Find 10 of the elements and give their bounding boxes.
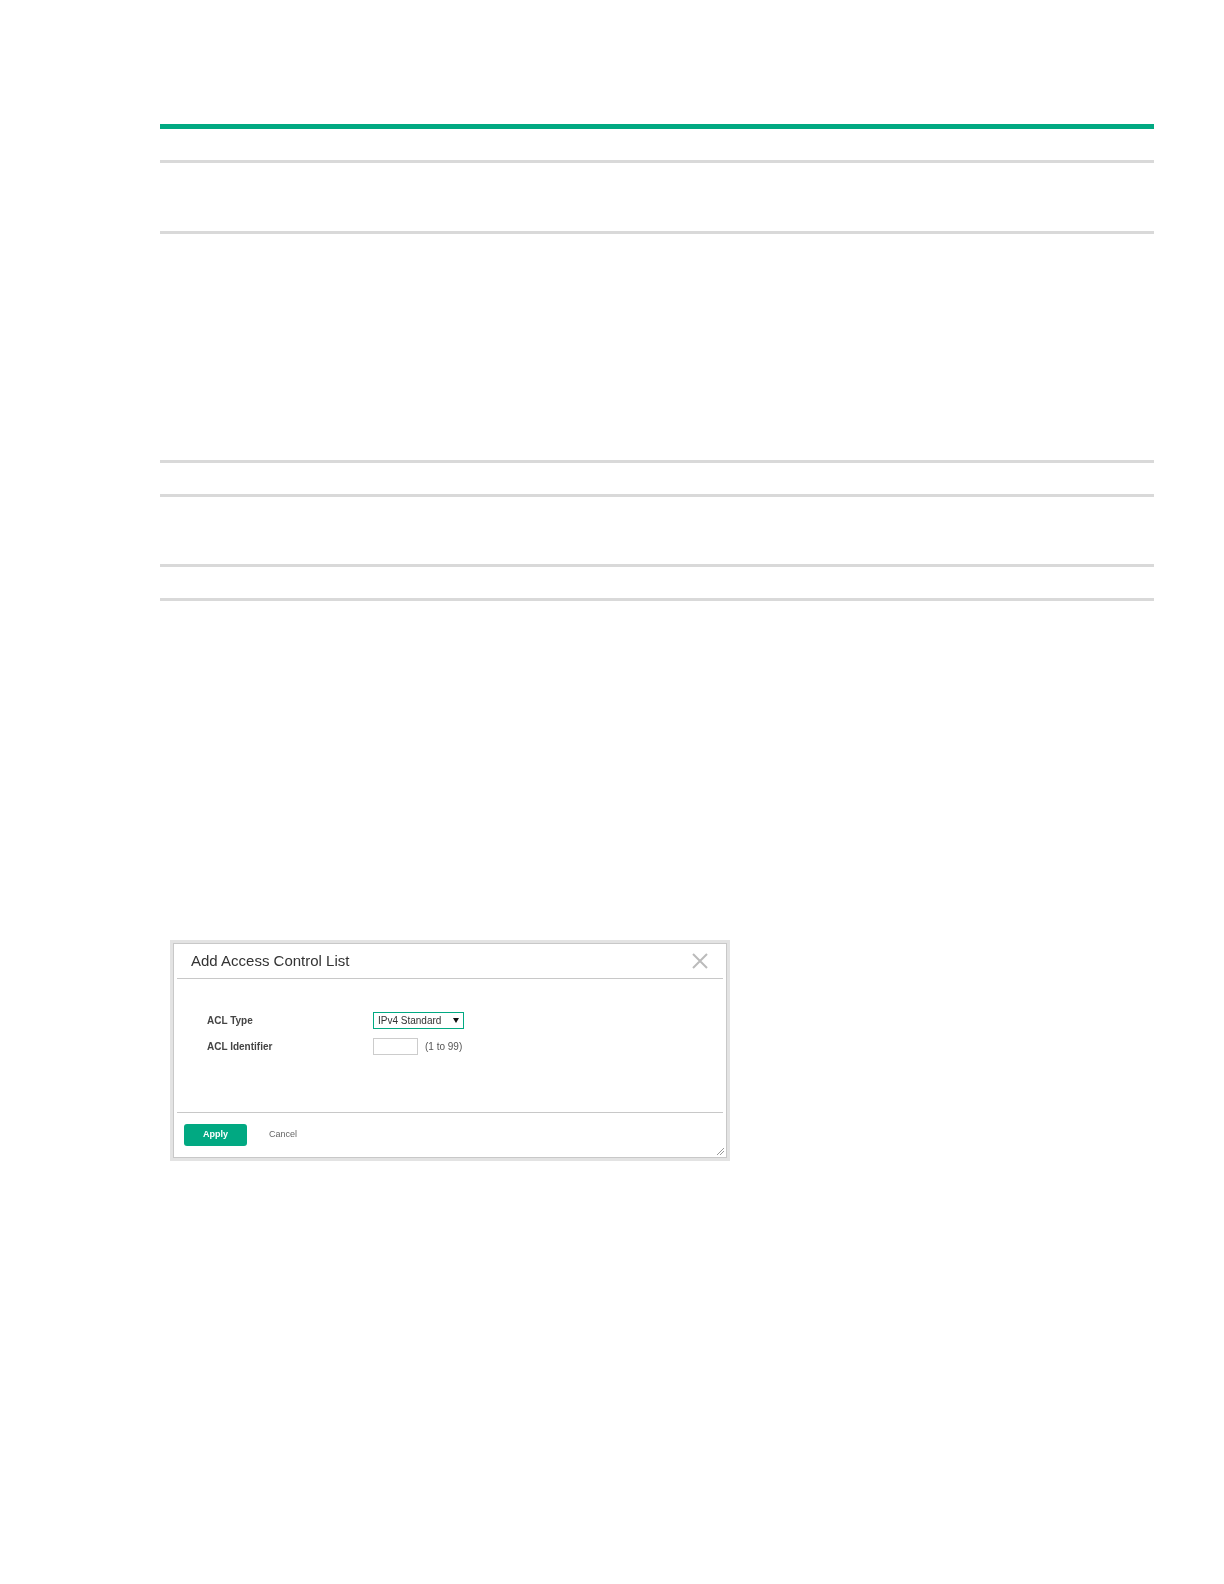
field-label: ACL Type	[207, 1013, 254, 1028]
range-hint: (1 to 99)	[425, 1039, 463, 1054]
cancel-button[interactable]: Cancel	[267, 1124, 299, 1146]
resize-grip-icon[interactable]	[716, 1147, 724, 1155]
acl-type-dropdown[interactable]: IPv4 Standard	[373, 1011, 464, 1029]
caret-icon	[453, 1017, 459, 1023]
field-label: ACL Identifier	[207, 1039, 274, 1054]
dialog-title: Add Access Control List	[191, 950, 350, 971]
close-icon[interactable]	[691, 952, 709, 970]
input-field[interactable]	[373, 1037, 418, 1055]
